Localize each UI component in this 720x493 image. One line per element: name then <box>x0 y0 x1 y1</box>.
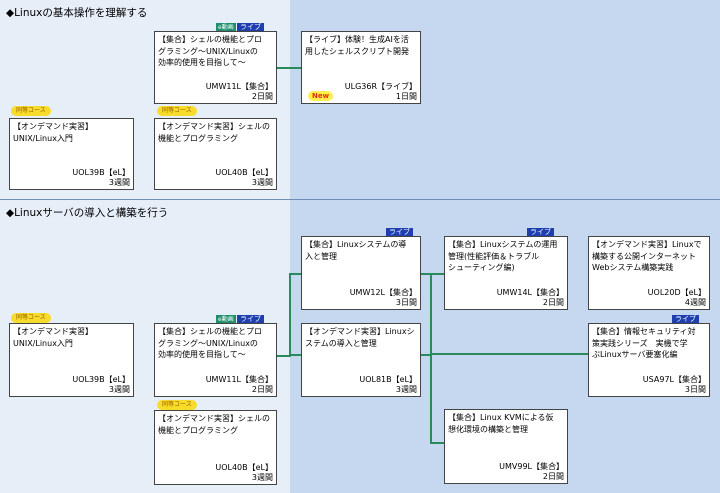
course-card-uol39b[interactable]: 【オンデマンド実習】 UNIX/Linux入門 UOL39B【eL】 3週間 <box>9 118 134 190</box>
connector-line <box>276 67 301 69</box>
equivalent-course-tag: 同等コース <box>157 106 197 116</box>
course-duration: 2日間 <box>542 298 564 307</box>
connector-line <box>430 353 588 355</box>
connector-line <box>276 355 290 357</box>
course-title: 【オンデマンド実習】シェルの 機能とプログラミング <box>158 122 270 143</box>
course-card-uol40b[interactable]: 【オンデマンド実習】シェルの 機能とプログラミング UOL40B【eL】 3週間 <box>154 410 277 485</box>
connector-line <box>430 273 444 275</box>
equivalent-course-tag: 同等コース <box>11 313 51 323</box>
course-title: 【集合】情報セキュリティ対 策実践シリーズ 実機で学 ぶLinuxサーバ要塞化編 <box>592 327 696 359</box>
course-title: 【集合】Linuxシステムの運用 管理(性能評価＆トラブル シューティング編) <box>448 240 558 272</box>
course-card-uol40b[interactable]: 【オンデマンド実習】シェルの 機能とプログラミング UOL40B【eL】 3週間 <box>154 118 277 190</box>
course-card-uol39b[interactable]: 【オンデマンド実習】 UNIX/Linux入門 UOL39B【eL】 3週間 <box>9 323 134 397</box>
course-code: ULG36R【ライブ】 <box>344 82 417 91</box>
course-title: 【集合】シェルの機能とプロ グラミング～UNIX/Linuxの 効率的使用を目指… <box>158 35 262 67</box>
course-duration: 3日間 <box>684 385 706 394</box>
course-code: UMW14L【集合】 <box>496 288 564 297</box>
course-duration: 3週間 <box>251 178 273 187</box>
course-duration: 3週間 <box>251 473 273 482</box>
course-duration: 2日間 <box>542 472 564 481</box>
course-duration: 2日間 <box>251 92 273 101</box>
course-duration: 3週間 <box>395 385 417 394</box>
course-duration: 3週間 <box>108 178 130 187</box>
course-title: 【ライブ】体験！生成AIを活 用したシェルスクリプト開発 <box>305 35 409 56</box>
course-code: UMV99L【集合】 <box>499 462 564 471</box>
equivalent-course-tag: 同等コース <box>11 106 51 116</box>
course-card-umw11l[interactable]: 【集合】シェルの機能とプロ グラミング～UNIX/Linuxの 効率的使用を目指… <box>154 31 277 104</box>
course-code: UMW11L【集合】 <box>205 82 273 91</box>
course-card-uol81b[interactable]: 【オンデマンド実習】Linuxシ ステムの導入と管理 UOL81B【eL】 3週… <box>301 323 421 397</box>
course-title: 【オンデマンド実習】 UNIX/Linux入門 <box>13 122 93 143</box>
course-card-usa97l[interactable]: 【集合】情報セキュリティ対 策実践シリーズ 実機で学 ぶLinuxサーバ要塞化編… <box>588 323 710 397</box>
course-title: 【オンデマンド実習】 UNIX/Linux入門 <box>13 327 93 348</box>
section-title-server: ◆Linuxサーバの導入と構築を行う <box>6 207 169 219</box>
course-card-umv99l[interactable]: 【集合】Linux KVMによる仮 想化環境の構築と管理 UMV99L【集合】 … <box>444 409 568 484</box>
course-card-uol20d[interactable]: 【オンデマンド実習】Linuxで 構築する公開インターネット Webシステム構築… <box>588 236 710 310</box>
course-code: UOL39B【eL】 <box>72 375 130 384</box>
course-code: UOL40B【eL】 <box>215 463 273 472</box>
connector-line <box>289 273 291 357</box>
course-code: UOL40B【eL】 <box>215 168 273 177</box>
course-card-umw11l[interactable]: 【集合】シェルの機能とプロ グラミング～UNIX/Linuxの 効率的使用を目指… <box>154 323 277 397</box>
course-code: UMW11L【集合】 <box>205 375 273 384</box>
course-card-umw14l[interactable]: 【集合】Linuxシステムの運用 管理(性能評価＆トラブル シューティング編) … <box>444 236 568 310</box>
section-title-basic: ◆Linuxの基本操作を理解する <box>6 7 148 19</box>
course-card-umw12l[interactable]: 【集合】Linuxシステムの導 入と管理 UMW12L【集合】 3日間 <box>301 236 421 310</box>
course-title: 【オンデマンド実習】シェルの 機能とプログラミング <box>158 414 270 435</box>
course-code: UOL81B【eL】 <box>359 375 417 384</box>
course-duration: 2日間 <box>251 385 273 394</box>
equivalent-course-tag: 同等コース <box>157 400 197 410</box>
course-code: UMW12L【集合】 <box>349 288 417 297</box>
course-title: 【オンデマンド実習】Linuxシ ステムの導入と管理 <box>305 327 415 348</box>
course-title: 【集合】Linuxシステムの導 入と管理 <box>305 240 407 261</box>
course-code: USA97L【集合】 <box>642 375 706 384</box>
connector-line <box>430 273 432 444</box>
new-badge: New <box>308 91 334 101</box>
course-duration: 1日間 <box>395 92 417 101</box>
connector-line <box>430 442 444 444</box>
course-title: 【集合】シェルの機能とプロ グラミング～UNIX/Linuxの 効率的使用を目指… <box>158 327 262 359</box>
course-code: UOL39B【eL】 <box>72 168 130 177</box>
course-duration: 3週間 <box>108 385 130 394</box>
course-code: UOL20D【eL】 <box>647 288 706 297</box>
section-divider <box>0 199 720 200</box>
course-duration: 3日間 <box>395 298 417 307</box>
course-duration: 4週間 <box>684 298 706 307</box>
course-title: 【集合】Linux KVMによる仮 想化環境の構築と管理 <box>448 413 554 434</box>
course-title: 【オンデマンド実習】Linuxで 構築する公開インターネット Webシステム構築… <box>592 240 702 272</box>
